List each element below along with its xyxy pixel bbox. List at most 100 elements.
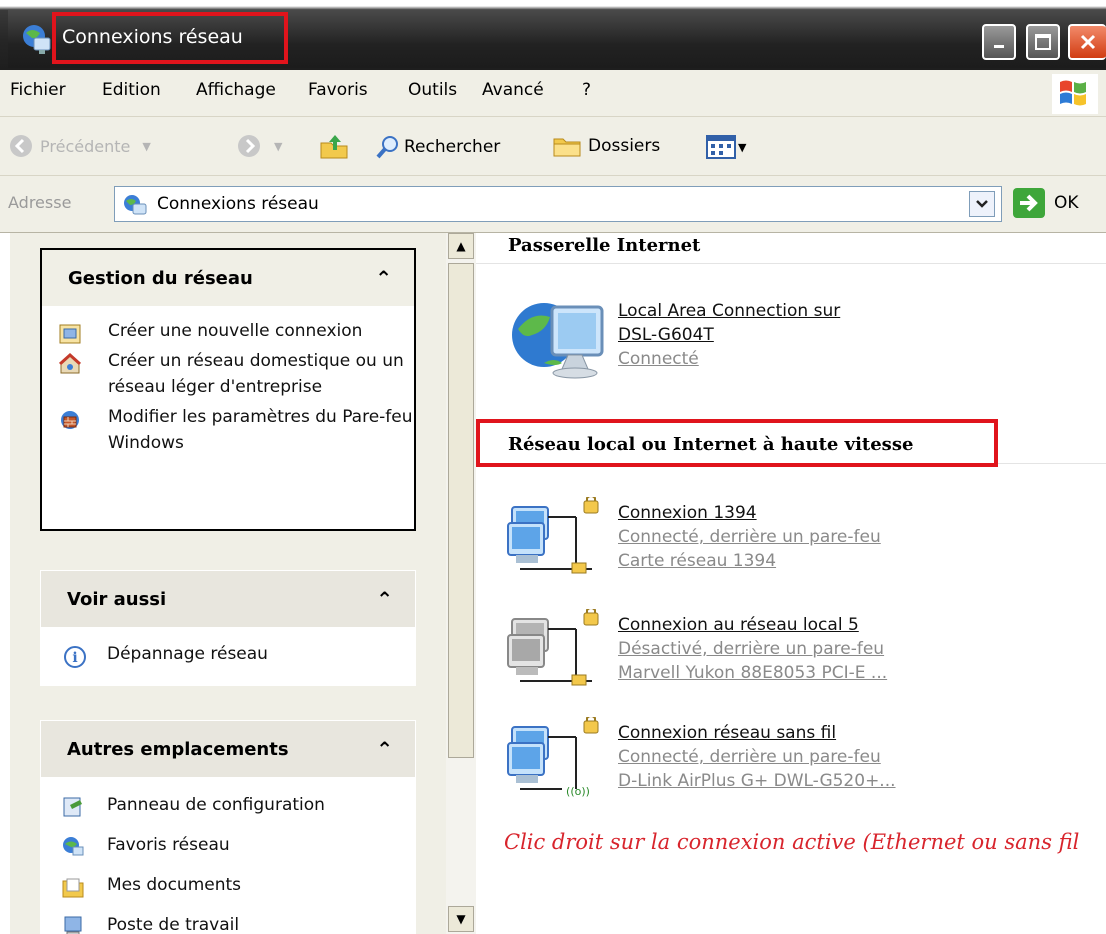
folders-button[interactable]: Dossiers (552, 133, 660, 159)
network-connections-icon (23, 25, 51, 54)
maximize-button[interactable] (1026, 24, 1060, 60)
connection-device: D-Link AirPlus G+ DWL-G520+... (618, 771, 896, 791)
search-button[interactable]: Rechercher (374, 133, 500, 161)
place-network-places[interactable]: Favoris réseau (41, 831, 415, 859)
collapse-icon[interactable]: ⌃ (376, 737, 393, 761)
folder-up-icon[interactable] (318, 131, 350, 161)
task-pane: Gestion du réseau ⌃ Créer une nouvelle c… (10, 233, 446, 934)
connection-name[interactable]: Connexion réseau sans fil (618, 721, 896, 745)
maximize-icon (1035, 34, 1051, 50)
views-button[interactable]: ▼ (706, 135, 746, 159)
scroll-down-button[interactable]: ▼ (448, 906, 474, 932)
back-arrow-icon (10, 135, 32, 157)
lan-connection-icon[interactable] (506, 497, 616, 587)
collapse-icon[interactable]: ⌃ (376, 587, 393, 611)
windows-logo-icon (1052, 74, 1098, 114)
search-label: Rechercher (404, 137, 501, 157)
forward-button[interactable]: ▼ (236, 133, 282, 159)
connection-item[interactable]: Connexion au réseau local 5 Désactivé, d… (618, 613, 887, 685)
search-icon (376, 136, 398, 159)
connections-view: Passerelle Internet Local Area Connectio… (476, 233, 1106, 934)
task-network-troubleshoot[interactable]: i Dépannage réseau (41, 641, 415, 668)
connection-item[interactable]: Connexion réseau sans fil Connecté, derr… (618, 721, 896, 793)
scroll-thumb[interactable] (448, 263, 474, 758)
scroll-up-button[interactable]: ▲ (448, 233, 474, 259)
menu-favoris[interactable]: Favoris (308, 80, 368, 100)
place-label: Poste de travail (107, 915, 240, 934)
connection-name[interactable]: Local Area Connection sur (618, 299, 840, 323)
address-field[interactable]: Connexions réseau (114, 186, 1002, 222)
lan-title-highlight-box (476, 419, 998, 467)
close-icon (1080, 34, 1096, 50)
place-control-panel[interactable]: Panneau de configuration (41, 791, 415, 819)
go-label: OK (1054, 193, 1079, 213)
explorer-window: Connexions réseau Fichier Edition Affich… (0, 0, 1106, 934)
place-my-documents[interactable]: Mes documents (41, 871, 415, 899)
connection-name[interactable]: Connexion 1394 (618, 501, 881, 525)
connection-device: Marvell Yukon 88E8053 PCI-E ... (618, 663, 888, 683)
go-button[interactable]: OK (1012, 187, 1079, 219)
svg-text:i: i (72, 650, 77, 666)
annotation-note: Clic droit sur la connexion active (Ethe… (504, 830, 1080, 854)
place-my-computer[interactable]: Poste de travail (41, 911, 415, 934)
other-places-group: Autres emplacements ⌃ Panneau de configu… (40, 720, 416, 934)
my-computer-icon (64, 916, 82, 934)
task-label: Modifier les paramètres du Pare-feu Wind… (108, 407, 413, 453)
network-connections-small-icon (124, 195, 147, 215)
menu-affichage[interactable]: Affichage (196, 80, 276, 100)
place-label: Mes documents (107, 875, 242, 895)
task-pane-scrollbar[interactable]: ▲ ▼ (446, 233, 476, 934)
chevron-down-icon (976, 200, 988, 208)
menu-avance[interactable]: Avancé (482, 80, 544, 100)
other-places-header[interactable]: Autres emplacements ⌃ (41, 721, 415, 777)
menu-outils[interactable]: Outils (408, 80, 457, 100)
other-places-title: Autres emplacements (67, 738, 289, 760)
my-documents-icon (62, 878, 84, 898)
folders-icon (553, 138, 581, 157)
minimize-button[interactable] (982, 24, 1016, 60)
connection-device: Carte réseau 1394 (618, 551, 777, 571)
task-firewall-settings[interactable]: Modifier les paramètres du Pare-feu Wind… (42, 404, 414, 456)
network-tasks-title: Gestion du réseau (68, 267, 253, 289)
section-divider (998, 463, 1106, 464)
network-tasks-header[interactable]: Gestion du réseau ⌃ (42, 250, 414, 306)
lan-connection-disabled-icon[interactable] (506, 609, 616, 699)
collapse-icon[interactable]: ⌃ (375, 266, 392, 290)
forward-arrow-icon (238, 135, 260, 157)
see-also-header[interactable]: Voir aussi ⌃ (41, 571, 415, 627)
address-value: Connexions réseau (157, 194, 319, 214)
toolbar: Précédente ▼ ▼ Rechercher Dossiers ▼ (0, 117, 1106, 176)
connection-item[interactable]: Connexion 1394 Connecté, derrière un par… (618, 501, 881, 573)
forward-dropdown-icon[interactable]: ▼ (274, 140, 282, 153)
connection-name[interactable]: Connexion au réseau local 5 (618, 613, 887, 637)
place-label: Favoris réseau (107, 835, 230, 855)
internet-gateway-icon[interactable] (508, 293, 608, 393)
new-connection-icon (59, 324, 81, 344)
wireless-connection-icon[interactable]: ((o)) (506, 717, 616, 807)
menu-fichier[interactable]: Fichier (10, 80, 66, 100)
menu-help[interactable]: ? (582, 80, 591, 100)
close-button[interactable] (1068, 24, 1106, 60)
task-create-home-network[interactable]: Créer un réseau domestique ou un réseau … (42, 348, 414, 400)
section-divider (476, 263, 1106, 264)
back-dropdown-icon[interactable]: ▼ (142, 140, 150, 153)
folders-label: Dossiers (588, 136, 661, 156)
task-label: Créer une nouvelle connexion (108, 321, 363, 341)
gateway-connection[interactable]: Local Area Connection sur DSL-G604T Conn… (618, 299, 840, 371)
home-network-icon (58, 352, 82, 374)
gateway-section-title: Passerelle Internet (508, 235, 701, 256)
address-bar: Adresse Connexions réseau OK (0, 176, 1106, 233)
task-create-connection[interactable]: Créer une nouvelle connexion (42, 318, 414, 344)
menu-bar: Fichier Edition Affichage Favoris Outils… (0, 70, 1106, 117)
info-icon: i (64, 646, 86, 668)
back-button[interactable]: Précédente ▼ (8, 133, 151, 159)
connection-name-device[interactable]: DSL-G604T (618, 323, 840, 347)
connection-status: Connecté, derrière un pare-feu (618, 527, 881, 547)
go-arrow-icon (1013, 188, 1045, 218)
menu-edition[interactable]: Edition (102, 80, 161, 100)
minimize-icon (994, 45, 1004, 48)
address-label: Adresse (8, 193, 72, 212)
address-dropdown-button[interactable] (969, 191, 995, 217)
chevron-down-icon: ▼ (456, 912, 466, 926)
place-label: Panneau de configuration (107, 795, 325, 815)
